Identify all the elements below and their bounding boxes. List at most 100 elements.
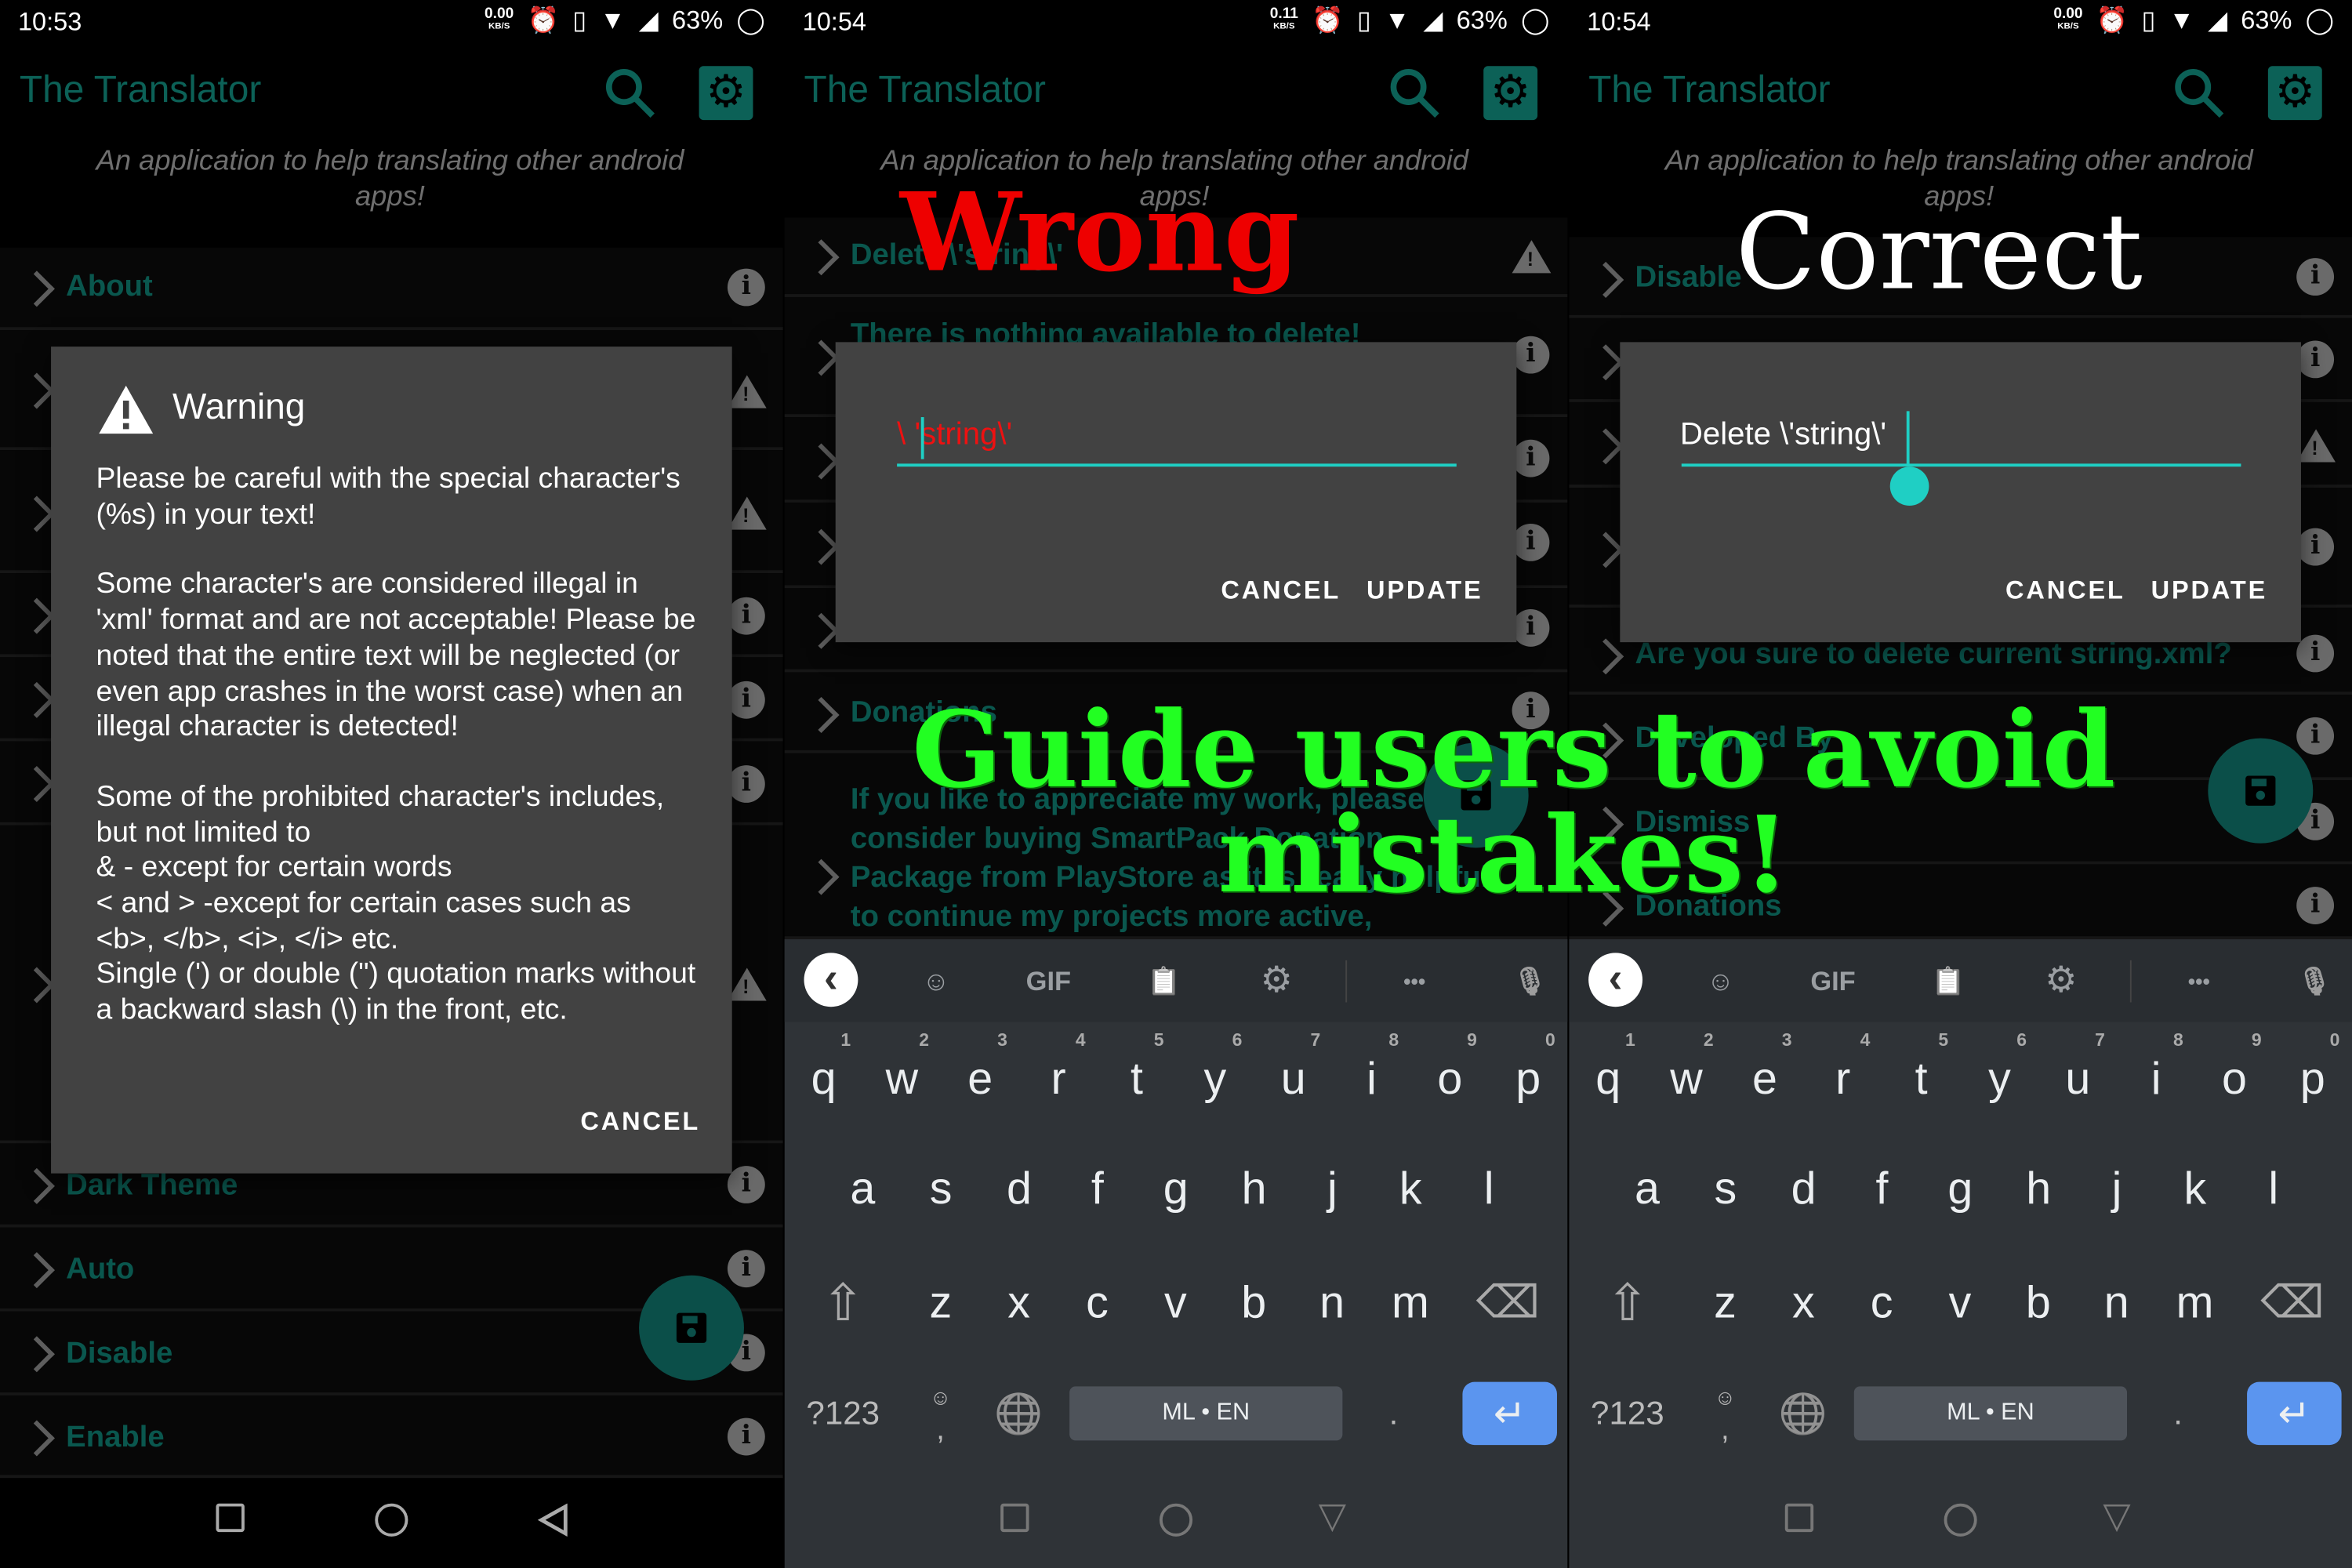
search-icon[interactable] — [603, 66, 657, 120]
key-m[interactable]: m — [1371, 1259, 1450, 1349]
key-w[interactable]: w2 — [862, 1029, 941, 1126]
key-b[interactable]: b — [1999, 1259, 2078, 1349]
info-icon[interactable]: i — [2296, 634, 2335, 673]
key-m[interactable]: m — [2156, 1259, 2234, 1349]
key-s[interactable]: s — [1686, 1145, 1765, 1235]
key-z[interactable]: z — [902, 1259, 980, 1349]
settings-gear-icon[interactable]: ⚙ — [699, 66, 753, 121]
key-t[interactable]: t5 — [1098, 1029, 1176, 1126]
more-options-icon[interactable]: ••• — [2176, 960, 2221, 1003]
warning-icon[interactable]: ! — [727, 496, 767, 530]
key-e[interactable]: e3 — [1726, 1029, 1804, 1126]
more-options-icon[interactable]: ••• — [1392, 960, 1437, 1003]
language-globe-icon[interactable]: 🌐 — [1764, 1368, 1842, 1458]
key-y[interactable]: y6 — [1961, 1029, 2039, 1126]
home-circle-icon[interactable] — [375, 1503, 408, 1537]
collapse-toolbar-button[interactable]: ‹ — [1588, 953, 1643, 1007]
info-icon[interactable]: i — [2296, 887, 2335, 924]
shift-key-icon[interactable]: ⇧ — [1569, 1259, 1686, 1349]
period-key[interactable]: . — [2139, 1368, 2216, 1458]
key-z[interactable]: z — [1686, 1259, 1765, 1349]
search-icon[interactable] — [1388, 66, 1442, 120]
key-u[interactable]: u7 — [2038, 1029, 2117, 1126]
microphone-icon[interactable]: 🎙 — [2292, 960, 2336, 1003]
settings-gear-icon[interactable]: ⚙ — [1483, 66, 1538, 121]
key-q[interactable]: q1 — [785, 1029, 863, 1126]
key-p[interactable]: p0 — [2274, 1029, 2352, 1126]
warning-icon[interactable]: ! — [727, 375, 767, 408]
key-q[interactable]: q1 — [1569, 1029, 1647, 1126]
info-icon[interactable]: i — [727, 268, 765, 307]
key-i[interactable]: i8 — [1333, 1029, 1411, 1126]
enter-key-icon[interactable]: ↵ — [1462, 1381, 1557, 1446]
key-c[interactable]: c — [1842, 1259, 1921, 1349]
cancel-button[interactable]: CANCEL — [2005, 576, 2125, 606]
key-a[interactable]: a — [823, 1145, 902, 1235]
key-r[interactable]: r4 — [1019, 1029, 1098, 1126]
key-g[interactable]: g — [1921, 1145, 1999, 1235]
info-icon[interactable]: i — [1512, 439, 1550, 477]
key-a[interactable]: a — [1608, 1145, 1686, 1235]
back-down-triangle-icon[interactable]: ▽ — [2103, 1498, 2136, 1537]
save-fab-button[interactable] — [2208, 738, 2314, 844]
key-v[interactable]: v — [1136, 1259, 1214, 1349]
recents-square-icon[interactable] — [216, 1503, 245, 1533]
settings-gear-icon[interactable]: ⚙ — [2267, 66, 2322, 121]
key-i[interactable]: i8 — [2117, 1029, 2195, 1126]
back-down-triangle-icon[interactable]: ▽ — [1319, 1498, 1352, 1537]
microphone-icon[interactable]: 🎙 — [1508, 960, 1552, 1003]
shift-key-icon[interactable]: ⇧ — [785, 1259, 902, 1349]
symbols-key[interactable]: ?123 — [1569, 1368, 1686, 1458]
key-n[interactable]: n — [1293, 1259, 1371, 1349]
search-icon[interactable] — [2172, 66, 2226, 120]
settings-gear-icon[interactable]: ⚙ — [1254, 960, 1298, 1003]
recents-square-icon[interactable] — [1784, 1503, 1814, 1533]
sticker-icon[interactable]: ☺ — [913, 960, 958, 1003]
spacebar[interactable]: ML • EN — [1853, 1386, 2128, 1441]
key-c[interactable]: c — [1058, 1259, 1137, 1349]
key-v[interactable]: v — [1921, 1259, 1999, 1349]
sticker-icon[interactable]: ☺ — [1698, 960, 1743, 1003]
gif-button[interactable]: GIF — [1018, 960, 1079, 1003]
string-input[interactable]: Delete \'string\' — [1680, 417, 1886, 453]
enter-key-icon[interactable]: ↵ — [2247, 1381, 2342, 1446]
key-y[interactable]: y6 — [1176, 1029, 1254, 1126]
backspace-key-icon[interactable]: ⌫ — [2234, 1259, 2350, 1349]
key-e[interactable]: e3 — [941, 1029, 1019, 1126]
string-input[interactable]: \ 'string\' — [897, 417, 1012, 453]
key-d[interactable]: d — [1765, 1145, 1843, 1235]
key-k[interactable]: k — [1371, 1145, 1450, 1235]
key-t[interactable]: t5 — [1882, 1029, 1961, 1126]
key-l[interactable]: l — [2234, 1145, 2313, 1235]
key-k[interactable]: k — [2156, 1145, 2234, 1235]
save-fab-button[interactable] — [639, 1275, 744, 1381]
info-icon[interactable]: i — [727, 597, 765, 635]
info-icon[interactable]: i — [1512, 523, 1550, 561]
info-icon[interactable]: i — [2296, 528, 2335, 566]
key-f[interactable]: f — [1843, 1145, 1922, 1235]
key-g[interactable]: g — [1137, 1145, 1215, 1235]
key-x[interactable]: x — [980, 1259, 1058, 1349]
key-b[interactable]: b — [1214, 1259, 1293, 1349]
key-o[interactable]: o9 — [1410, 1029, 1489, 1126]
settings-gear-icon[interactable]: ⚙ — [2038, 960, 2083, 1003]
cancel-button[interactable]: CANCEL — [1221, 576, 1341, 606]
key-h[interactable]: h — [1215, 1145, 1294, 1235]
collapse-toolbar-button[interactable]: ‹ — [804, 953, 858, 1007]
cancel-button[interactable]: CANCEL — [580, 1107, 700, 1137]
info-icon[interactable]: i — [727, 681, 765, 719]
info-icon[interactable]: i — [1512, 336, 1550, 374]
recents-square-icon[interactable] — [1000, 1503, 1029, 1533]
key-o[interactable]: o9 — [2195, 1029, 2274, 1126]
spacebar[interactable]: ML • EN — [1069, 1386, 1343, 1441]
info-icon[interactable]: i — [1512, 609, 1550, 647]
symbols-key[interactable]: ?123 — [785, 1368, 902, 1458]
info-icon[interactable]: i — [727, 1417, 765, 1456]
cursor-handle[interactable] — [1889, 466, 1929, 506]
info-icon[interactable]: i — [727, 765, 765, 803]
update-button[interactable]: UPDATE — [1367, 576, 1483, 606]
back-triangle-icon[interactable] — [537, 1503, 570, 1537]
key-h[interactable]: h — [1999, 1145, 2078, 1235]
key-l[interactable]: l — [1450, 1145, 1528, 1235]
gif-button[interactable]: GIF — [1803, 960, 1864, 1003]
